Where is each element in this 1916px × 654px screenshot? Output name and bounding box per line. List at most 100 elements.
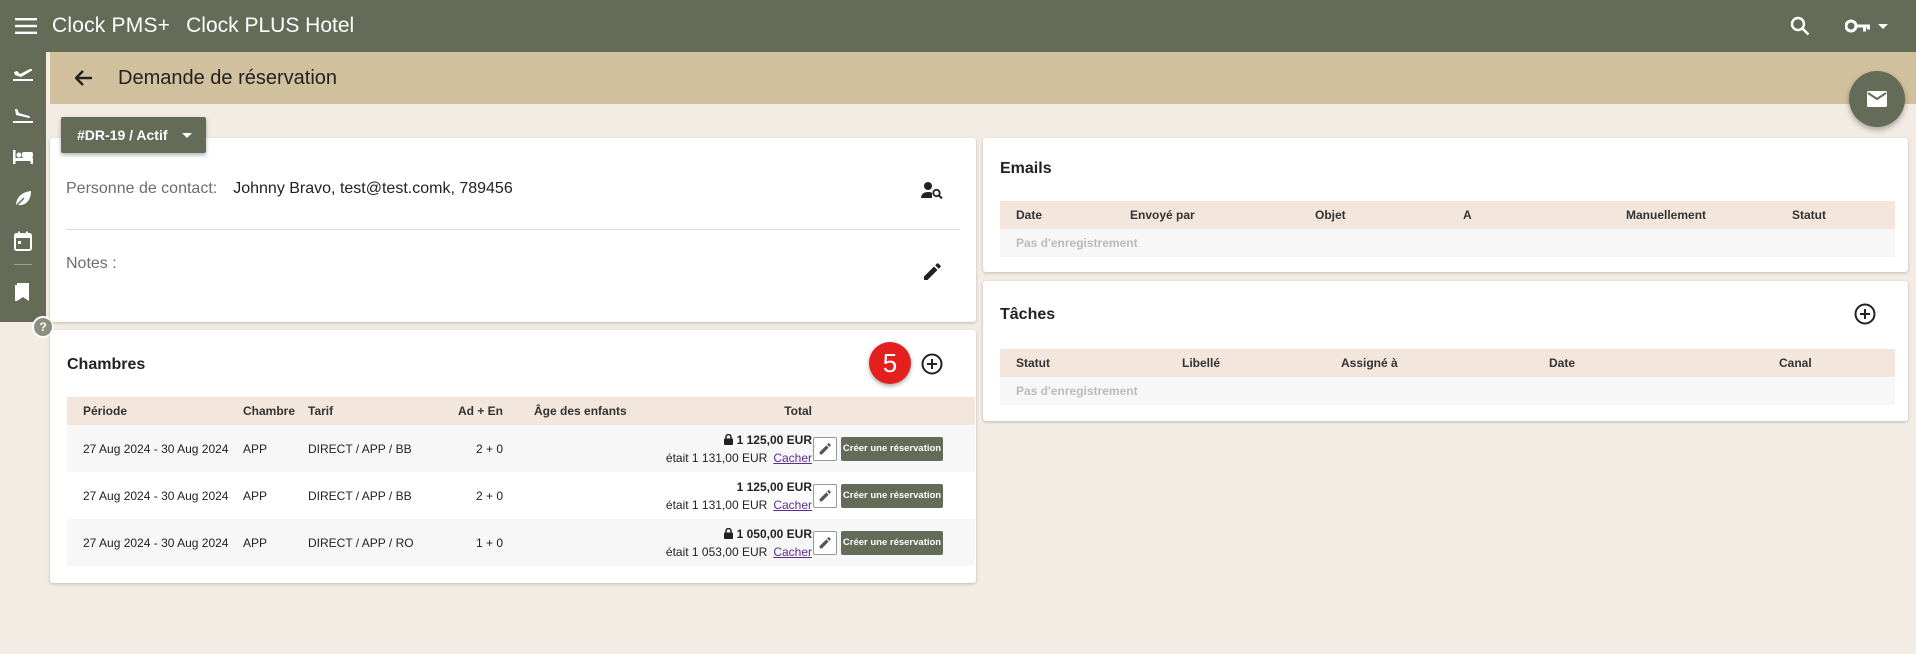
header-to: A	[1463, 208, 1472, 222]
row-periode: 27 Aug 2024 - 30 Aug 2024	[83, 488, 229, 503]
calendar-icon[interactable]	[0, 220, 46, 262]
bookmark-icon[interactable]	[0, 271, 46, 313]
row-total: 1 125,00 EUR était 1 131,00 EUR Cacher	[666, 480, 812, 512]
header-label: Libellé	[1182, 356, 1221, 370]
leaf-icon[interactable]	[0, 178, 46, 220]
edit-row-icon[interactable]	[813, 483, 837, 508]
menu-icon[interactable]	[14, 14, 38, 38]
edit-row-icon[interactable]	[813, 530, 837, 555]
header-chambre: Chambre	[243, 404, 296, 418]
edit-row-icon[interactable]	[813, 436, 837, 461]
header-total: Total	[784, 404, 812, 418]
header-date: Date	[1016, 208, 1043, 222]
top-app-bar: Clock PMS+ Clock PLUS Hotel	[0, 0, 1916, 52]
sidebar	[0, 52, 46, 322]
total-amount: 1 125,00 EUR	[736, 432, 812, 447]
empty-state: Pas d'enregistrement	[1000, 229, 1895, 257]
header-tarif: Tarif	[308, 404, 334, 418]
key-icon[interactable]	[1844, 12, 1872, 40]
emails-table: Date Envoyé par Objet A Manuellement Sta…	[1000, 201, 1895, 257]
table-header: Date Envoyé par Objet A Manuellement Sta…	[1000, 201, 1895, 229]
notes-label: Notes :	[66, 255, 117, 272]
was-amount: était 1 131,00 EUR	[665, 497, 768, 512]
header-ad-en: Ad + En	[457, 404, 503, 418]
page-header: Demande de réservation	[50, 52, 1916, 104]
header-date: Date	[1549, 356, 1576, 370]
total-amount: 1 125,00 EUR	[736, 479, 812, 494]
tasks-card: Tâches Statut Libellé Assigné à Date Can…	[983, 281, 1908, 421]
table-row: 27 Aug 2024 - 30 Aug 2024 APP DIRECT / A…	[67, 425, 975, 472]
search-icon[interactable]	[1786, 12, 1814, 40]
back-arrow-icon[interactable]	[72, 66, 96, 90]
status-label: #DR-19 / Actif	[77, 127, 168, 143]
contact-divider	[66, 229, 960, 230]
hide-link[interactable]: Cacher	[773, 545, 812, 559]
dropdown-caret-icon[interactable]	[1878, 23, 1888, 29]
contact-card: Personne de contact: Johnny Bravo, test@…	[50, 138, 976, 322]
was-amount: était 1 053,00 EUR	[665, 544, 768, 559]
add-room-icon[interactable]	[920, 352, 944, 376]
table-row: 27 Aug 2024 - 30 Aug 2024 APP DIRECT / A…	[67, 519, 975, 566]
step-badge: 5	[869, 342, 911, 384]
header-manual: Manuellement	[1626, 208, 1707, 222]
row-periode: 27 Aug 2024 - 30 Aug 2024	[83, 535, 229, 550]
header-sent-by: Envoyé par	[1130, 208, 1195, 222]
hide-link[interactable]: Cacher	[773, 498, 812, 512]
status-dropdown-button[interactable]: #DR-19 / Actif	[61, 117, 206, 153]
rooms-table: Période Chambre Tarif Ad + En Âge des en…	[67, 397, 975, 566]
row-ad-en: 1 + 0	[475, 535, 503, 550]
row-total: 1 125,00 EUR était 1 131,00 EUR Cacher	[666, 433, 812, 465]
row-periode: 27 Aug 2024 - 30 Aug 2024	[83, 441, 229, 456]
emails-card: Emails Date Envoyé par Objet A Manuellem…	[983, 138, 1908, 272]
departures-icon[interactable]	[0, 52, 46, 94]
row-tarif: DIRECT / APP / BB	[308, 488, 412, 503]
edit-notes-icon[interactable]	[918, 258, 946, 286]
rooms-title: Chambres	[67, 356, 146, 373]
app-title: Clock PMS+	[52, 14, 171, 37]
row-tarif: DIRECT / APP / BB	[308, 441, 412, 456]
lock-icon	[723, 528, 733, 539]
add-task-icon[interactable]	[1853, 302, 1877, 326]
header-assigned: Assigné à	[1341, 356, 1398, 370]
row-ad-en: 2 + 0	[475, 488, 503, 503]
chevron-down-icon	[181, 132, 192, 138]
header-status: Statut	[1016, 356, 1050, 370]
email-fab-button[interactable]	[1849, 71, 1905, 127]
contact-label: Personne de contact:	[66, 180, 218, 197]
hotel-name[interactable]: Clock PLUS Hotel	[186, 14, 354, 38]
was-amount: était 1 131,00 EUR	[665, 450, 768, 465]
header-age: Âge des enfants	[534, 404, 627, 418]
create-reservation-button[interactable]: Créer une réservation	[841, 530, 943, 555]
contact-row: Personne de contact: Johnny Bravo, test@…	[66, 180, 513, 198]
header-status: Statut	[1792, 208, 1826, 222]
table-header: Statut Libellé Assigné à Date Canal	[1000, 349, 1895, 377]
create-reservation-button[interactable]: Créer une réservation	[841, 483, 943, 508]
header-channel: Canal	[1779, 356, 1812, 370]
row-chambre: APP	[243, 488, 268, 503]
tasks-table: Statut Libellé Assigné à Date Canal Pas …	[1000, 349, 1895, 405]
header-subject: Objet	[1315, 208, 1346, 222]
row-chambre: APP	[243, 441, 268, 456]
arrivals-icon[interactable]	[0, 94, 46, 136]
contact-value: Johnny Bravo, test@test.comk, 789456	[233, 180, 513, 197]
create-reservation-button[interactable]: Créer une réservation	[841, 436, 943, 461]
row-chambre: APP	[243, 535, 268, 550]
lock-icon	[723, 434, 733, 445]
tasks-title: Tâches	[1000, 306, 1056, 323]
hide-link[interactable]: Cacher	[773, 451, 812, 465]
rooms-card: Chambres Période Chambre Tarif Ad + En Â…	[50, 330, 976, 583]
emails-title: Emails	[1000, 160, 1052, 177]
row-total: 1 050,00 EUR était 1 053,00 EUR Cacher	[666, 527, 812, 559]
account-menu[interactable]	[1844, 12, 1888, 40]
page-title: Demande de réservation	[118, 66, 338, 89]
table-header: Période Chambre Tarif Ad + En Âge des en…	[67, 397, 975, 425]
search-person-icon[interactable]	[918, 176, 946, 204]
table-row: 27 Aug 2024 - 30 Aug 2024 APP DIRECT / A…	[67, 472, 975, 519]
header-periode: Période	[83, 404, 128, 418]
row-tarif: DIRECT / APP / RO	[308, 535, 414, 550]
sidebar-divider	[14, 264, 32, 265]
bed-icon[interactable]	[0, 136, 46, 178]
total-amount: 1 050,00 EUR	[736, 526, 812, 541]
empty-state: Pas d'enregistrement	[1000, 377, 1895, 405]
row-ad-en: 2 + 0	[475, 441, 503, 456]
